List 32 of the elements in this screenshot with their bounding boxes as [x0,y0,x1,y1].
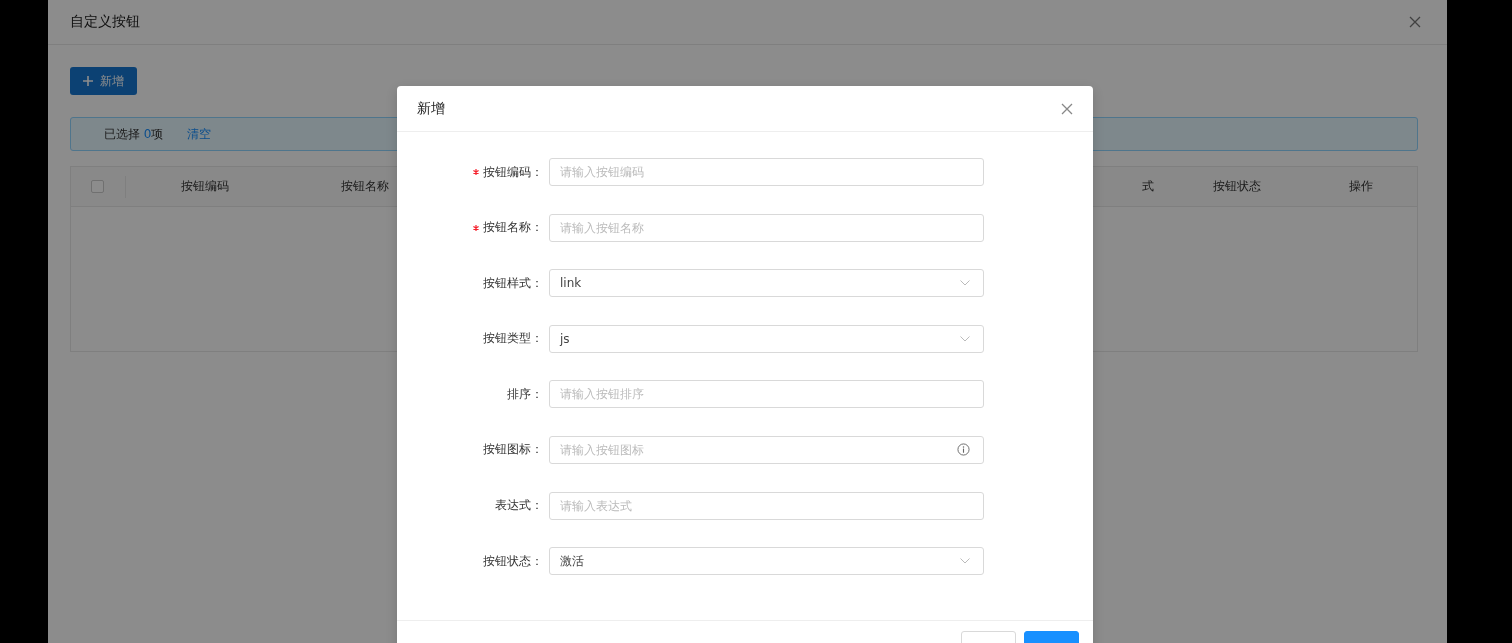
input-field[interactable]: 请输入按钮排序 [549,380,984,409]
field-label: 表达式： [495,497,543,515]
plus-icon [83,76,93,86]
select-field[interactable]: link [549,269,984,298]
field-label: 按钮类型： [483,330,543,348]
column-header: 按钮编码 [181,179,230,193]
page-title: 自定义按钮 [70,13,140,31]
chevron-down-icon [960,335,970,342]
close-icon[interactable] [1061,102,1073,115]
field-label: 按钮状态： [483,552,543,570]
field-label: 排序： [507,385,543,403]
select-all-checkbox[interactable] [91,180,105,193]
field-label: 按钮编码： [483,163,543,181]
chevron-down-icon [960,280,970,287]
dialog-title: 新增 [417,99,445,118]
field-label: 按钮图标： [483,441,543,459]
column-header: 式 [1141,179,1154,193]
info-icon[interactable] [957,443,970,457]
select-field[interactable]: 激活 [549,547,984,576]
input-field[interactable]: 请输入按钮编码 [549,158,984,186]
select-field[interactable]: js [549,324,984,353]
close-icon[interactable] [1409,16,1421,28]
field-label: 按钮样式： [483,274,543,292]
column-header: 按钮名称 [341,179,390,193]
selection-count: 已选择 0项 [104,125,164,143]
column-header: 操作 [1348,179,1373,193]
input-field[interactable]: 请输入按钮图标 [549,435,984,464]
field-label: 按钮名称： [483,219,543,237]
chevron-down-icon [960,558,970,565]
input-field[interactable]: 请输入表达式 [549,491,984,520]
input-field[interactable]: 请输入按钮名称 [549,213,984,242]
column-header: 按钮状态 [1212,179,1261,193]
